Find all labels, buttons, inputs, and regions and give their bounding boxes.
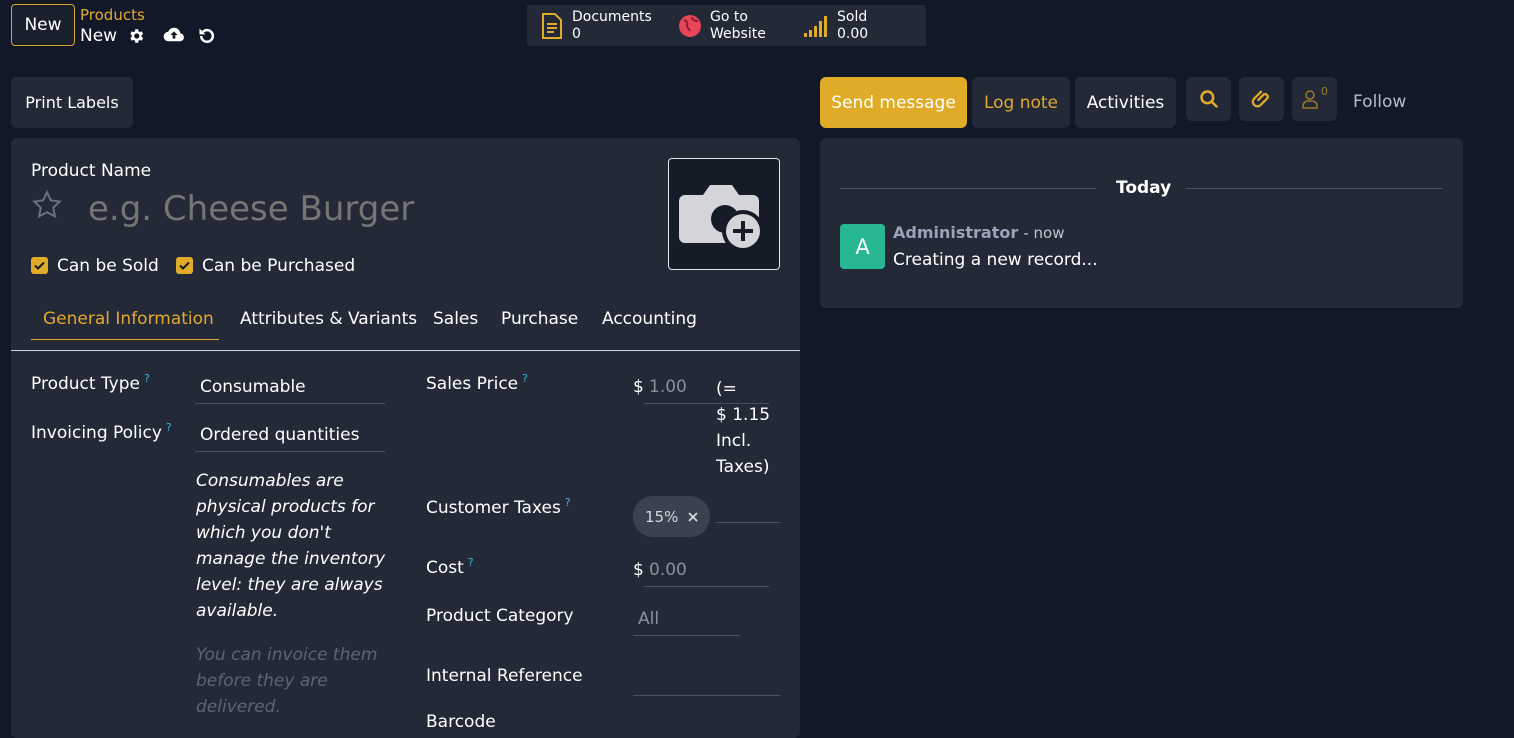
breadcrumb-products[interactable]: Products: [80, 6, 145, 24]
sold-label: Sold: [837, 8, 868, 25]
discard-icon[interactable]: [197, 26, 217, 46]
tabs-divider: [11, 350, 800, 351]
follow-button[interactable]: Follow: [1353, 92, 1406, 112]
breadcrumb-current: New: [80, 26, 118, 46]
product-category-label: Product Category: [426, 606, 574, 626]
followers-count: 0: [1321, 84, 1328, 98]
date-separator-label: Today: [1116, 178, 1172, 198]
search-messages-button[interactable]: [1186, 77, 1231, 121]
documents-label: Documents: [572, 8, 652, 25]
price-incl-taxes: (= $ 1.15 Incl. Taxes): [716, 379, 771, 477]
invoicing-policy-select[interactable]: Ordered quantities: [195, 421, 385, 452]
check-icon: [34, 261, 45, 270]
new-button[interactable]: New: [11, 4, 75, 46]
tab-accounting[interactable]: Accounting: [602, 309, 697, 329]
documents-smart-button[interactable]: Documents 0: [540, 5, 652, 46]
customer-taxes-label: Customer Taxes?: [426, 496, 571, 518]
message-author[interactable]: Administrator: [893, 223, 1018, 242]
product-name-input[interactable]: [83, 184, 603, 234]
invoicing-policy-label: Invoicing Policy?: [31, 421, 172, 443]
internal-reference-label: Internal Reference: [426, 666, 583, 686]
product-type-label: Product Type?: [31, 372, 150, 394]
product-category-select[interactable]: All: [633, 605, 740, 636]
gear-icon[interactable]: [127, 27, 145, 45]
active-tab-underline: [31, 339, 219, 340]
check-icon: [179, 261, 190, 270]
close-icon[interactable]: [687, 511, 699, 523]
followers-button[interactable]: 0: [1292, 77, 1337, 121]
can-be-purchased-checkbox[interactable]: [176, 257, 193, 274]
product-type-help-text: Consumables are physical products for wh…: [196, 471, 386, 621]
internal-reference-input[interactable]: [633, 695, 780, 696]
cost-currency: $: [633, 560, 644, 580]
tab-sales[interactable]: Sales: [433, 309, 478, 329]
sales-price-currency: $: [633, 377, 644, 397]
tax-tag-label: 15%: [645, 507, 679, 526]
sales-price-label: Sales Price?: [426, 372, 528, 394]
document-icon: [542, 12, 562, 39]
date-separator-left: [840, 188, 1096, 189]
cost-label: Cost?: [426, 556, 474, 578]
can-be-sold-label[interactable]: Can be Sold: [57, 256, 159, 276]
print-labels-button[interactable]: Print Labels: [11, 77, 133, 128]
sold-smart-button[interactable]: Sold 0.00: [803, 5, 868, 46]
star-icon[interactable]: [30, 189, 64, 221]
tab-general-information[interactable]: General Information: [43, 309, 214, 329]
tab-purchase[interactable]: Purchase: [501, 309, 578, 329]
globe-icon: [679, 14, 701, 37]
cloud-upload-icon[interactable]: [163, 26, 185, 44]
attachments-button[interactable]: [1239, 77, 1284, 121]
cost-input[interactable]: 0.00: [644, 556, 769, 587]
can-be-purchased-label[interactable]: Can be Purchased: [202, 256, 355, 276]
avatar[interactable]: A: [840, 224, 885, 269]
signal-bars-icon: [804, 15, 827, 37]
date-separator-right: [1186, 188, 1443, 189]
invoicing-help-text: You can invoice them before they are del…: [196, 645, 378, 717]
can-be-sold-checkbox[interactable]: [31, 257, 48, 274]
product-image-upload[interactable]: [668, 158, 780, 270]
message-body: Creating a new record...: [893, 250, 1098, 270]
website-line1: Go to: [710, 8, 748, 25]
smart-buttons-bar: Documents 0 Go to Website Sold 0.00: [527, 5, 926, 46]
website-line2: Website: [710, 25, 766, 42]
sold-value: 0.00: [837, 25, 869, 42]
documents-count: 0: [572, 25, 581, 42]
search-icon: [1199, 90, 1218, 108]
product-name-label: Product Name: [31, 161, 152, 181]
website-smart-button[interactable]: Go to Website: [678, 5, 766, 46]
customer-taxes-input[interactable]: [716, 522, 780, 523]
product-type-select[interactable]: Consumable: [195, 373, 385, 404]
camera-plus-icon: [679, 185, 764, 252]
barcode-label: Barcode: [426, 712, 496, 732]
message-header: Administrator - now: [893, 223, 1065, 242]
log-note-button[interactable]: Log note: [972, 77, 1070, 128]
tab-attributes-variants[interactable]: Attributes & Variants: [240, 309, 417, 329]
message-time: - now: [1023, 224, 1065, 242]
user-icon: [1302, 90, 1318, 109]
tax-tag: 15%: [633, 496, 710, 537]
paperclip-icon: [1251, 90, 1269, 108]
activities-button[interactable]: Activities: [1075, 77, 1176, 128]
send-message-button[interactable]: Send message: [820, 77, 967, 128]
